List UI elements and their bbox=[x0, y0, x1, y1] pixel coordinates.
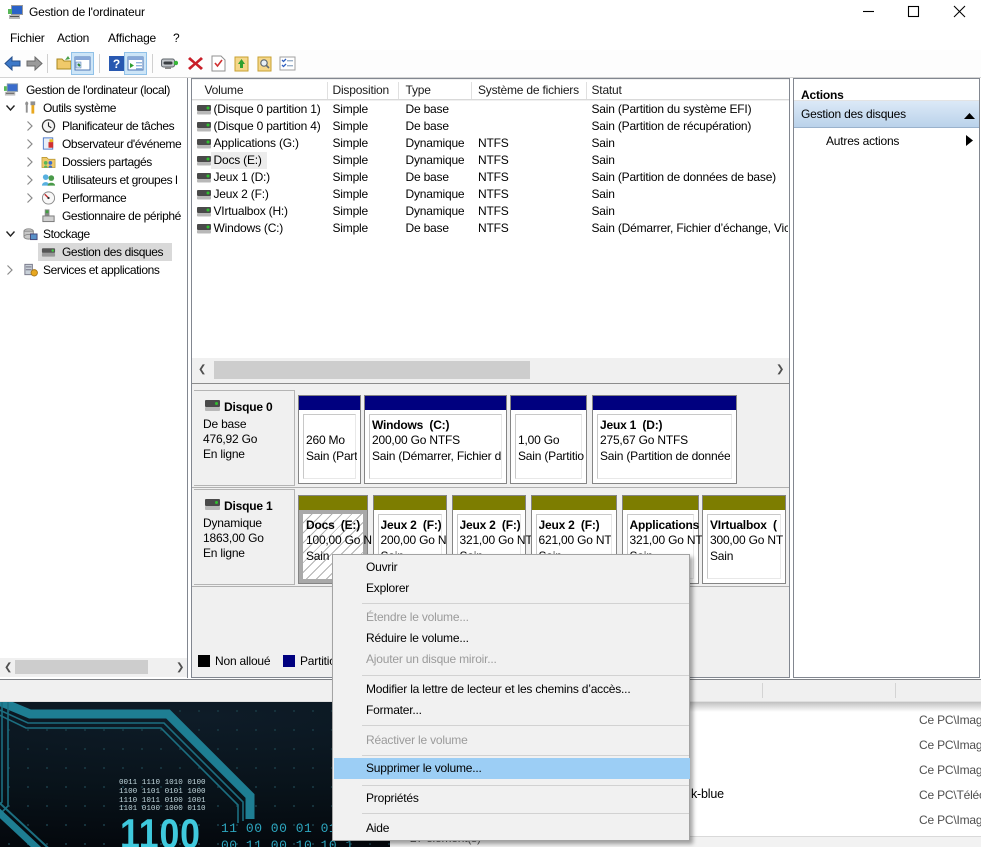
svg-text:?: ? bbox=[113, 57, 120, 71]
